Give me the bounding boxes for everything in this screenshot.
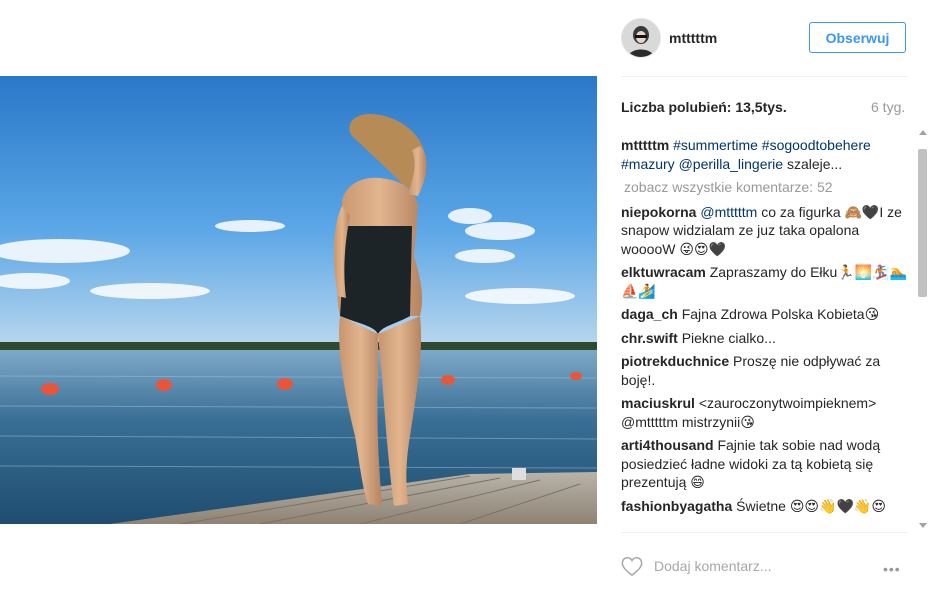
comment-item: chr.swift Piekne cialko... [621, 329, 911, 348]
post-photo[interactable] [0, 76, 597, 524]
post-age[interactable]: 6 tyg. [871, 99, 905, 115]
view-all-comments-link[interactable]: zobacz wszystkie komentarze: 52 [621, 178, 911, 197]
comment-username[interactable]: arti4thousand [621, 437, 714, 453]
comment-username[interactable]: fashionbyagatha [621, 498, 732, 514]
comment-username[interactable]: daga_ch [621, 306, 678, 322]
likes-count[interactable]: Liczba polubień: 13,5tys. [621, 99, 787, 115]
comment-username[interactable]: chr.swift [621, 330, 678, 346]
comment-item: piotrekduchnice Proszę nie odpływać za b… [621, 352, 911, 389]
comment-item: maciuskrul <zauroczonytwoimpieknem> @mtt… [621, 394, 911, 431]
comment-username[interactable]: maciuskrul [621, 395, 695, 411]
heart-icon[interactable] [621, 556, 643, 577]
comment-item: daga_ch Fajna Zdrowa Polska Kobieta😘 [621, 305, 911, 324]
comment-text: Fajna Zdrowa Polska Kobieta😘 [681, 306, 880, 322]
comment-username[interactable]: niepokorna [621, 204, 696, 220]
post-username[interactable]: mtttttm [669, 30, 717, 46]
comment-text: Świetne 😍😍👋🖤👋😍 [736, 497, 886, 514]
scroll-up-arrow-icon[interactable] [919, 130, 927, 135]
comments-scrollbar[interactable] [916, 128, 930, 530]
add-comment-input[interactable] [654, 556, 854, 576]
scroll-down-arrow-icon[interactable] [919, 523, 927, 528]
comment-item: elktuwracam Zapraszamy do Ełku🏃🌅🏂🏊⛵🏄 [621, 263, 911, 300]
footer-divider [621, 532, 908, 533]
comment-username[interactable]: elktuwracam [621, 264, 706, 280]
post-sidebar: mtttttm Obserwuj Liczba polubień: 13,5ty… [621, 0, 931, 600]
caption-text: szaleje... [786, 155, 843, 172]
comment-mention[interactable]: @mtttttm [700, 204, 757, 220]
more-options-icon[interactable]: ••• [883, 561, 901, 577]
scrollbar-thumb[interactable] [918, 149, 927, 297]
avatar[interactable] [621, 18, 661, 58]
avatar-image [622, 19, 660, 57]
header-divider [621, 76, 908, 77]
comment-item: arti4thousand Fajnie tak sobie nad wodą … [621, 436, 911, 492]
comments-list[interactable]: mtttttm #summertime #sogoodtobehere #maz… [621, 136, 911, 528]
follow-button[interactable]: Obserwuj [809, 22, 906, 53]
caption: mtttttm #summertime #sogoodtobehere #maz… [621, 136, 911, 173]
post-photo-image [0, 76, 597, 524]
comment-item: fashionbyagatha Świetne 😍😍👋🖤👋😍 [621, 497, 911, 516]
caption-username[interactable]: mtttttm [621, 137, 669, 153]
comment-item: niepokorna @mtttttm co za figurka 🙈🖤I ze… [621, 203, 911, 259]
comment-text: Piekne cialko... [681, 329, 776, 346]
comment-username[interactable]: piotrekduchnice [621, 353, 729, 369]
